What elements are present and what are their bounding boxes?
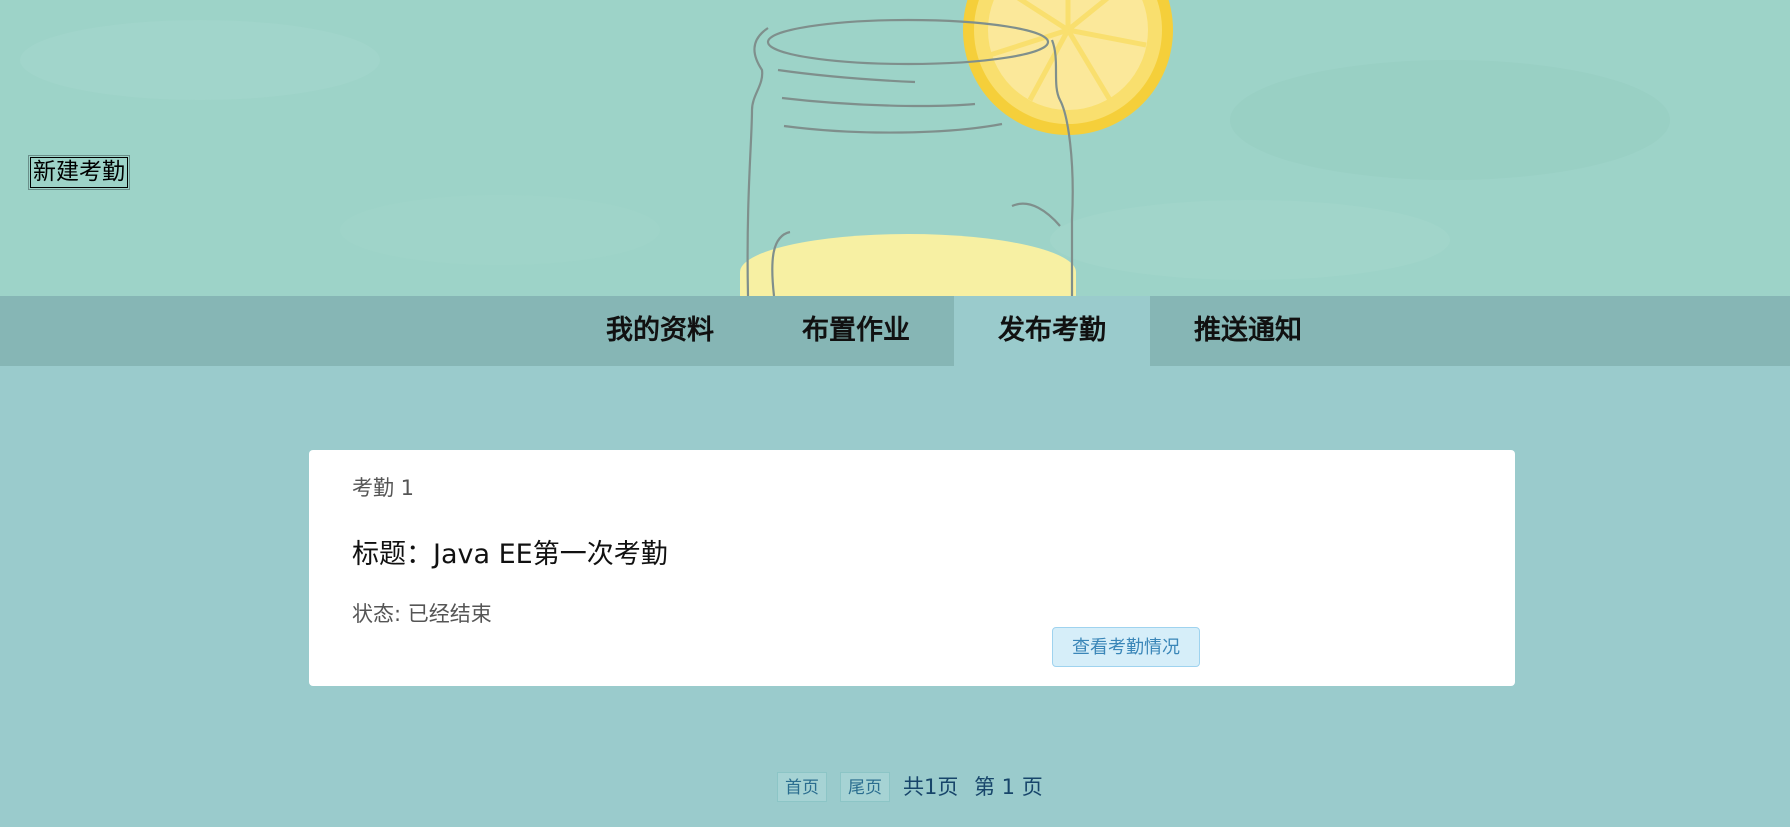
view-attendance-button[interactable]: 查看考勤情况 bbox=[1052, 627, 1200, 667]
attendance-status: 状态: 已经结束 bbox=[352, 602, 492, 626]
pagination: 首页 尾页 共1页 第 1 页 bbox=[0, 770, 1790, 806]
attendance-card: 考勤 1 标题：Java EE第一次考勤 状态: 已经结束 查看考勤情况 bbox=[309, 450, 1515, 686]
current-page-text: 第 1 页 bbox=[974, 775, 1043, 799]
nav-publish-attendance[interactable]: 发布考勤 bbox=[954, 296, 1150, 366]
nav-push-notification[interactable]: 推送通知 bbox=[1150, 296, 1346, 366]
nav-my-profile[interactable]: 我的资料 bbox=[562, 296, 758, 366]
header-banner: 新建考勤 bbox=[0, 0, 1790, 296]
attendance-title: 标题：Java EE第一次考勤 bbox=[352, 539, 668, 570]
nav-assign-homework[interactable]: 布置作业 bbox=[758, 296, 954, 366]
main-nav: 我的资料 布置作业 发布考勤 推送通知 bbox=[0, 296, 1790, 366]
last-page-link[interactable]: 尾页 bbox=[840, 772, 890, 802]
first-page-link[interactable]: 首页 bbox=[777, 772, 827, 802]
lemon-jar-illustration bbox=[20, 0, 1670, 296]
new-attendance-button[interactable]: 新建考勤 bbox=[28, 155, 130, 190]
attendance-index: 考勤 1 bbox=[352, 476, 415, 500]
total-pages-text: 共1页 bbox=[903, 775, 959, 799]
